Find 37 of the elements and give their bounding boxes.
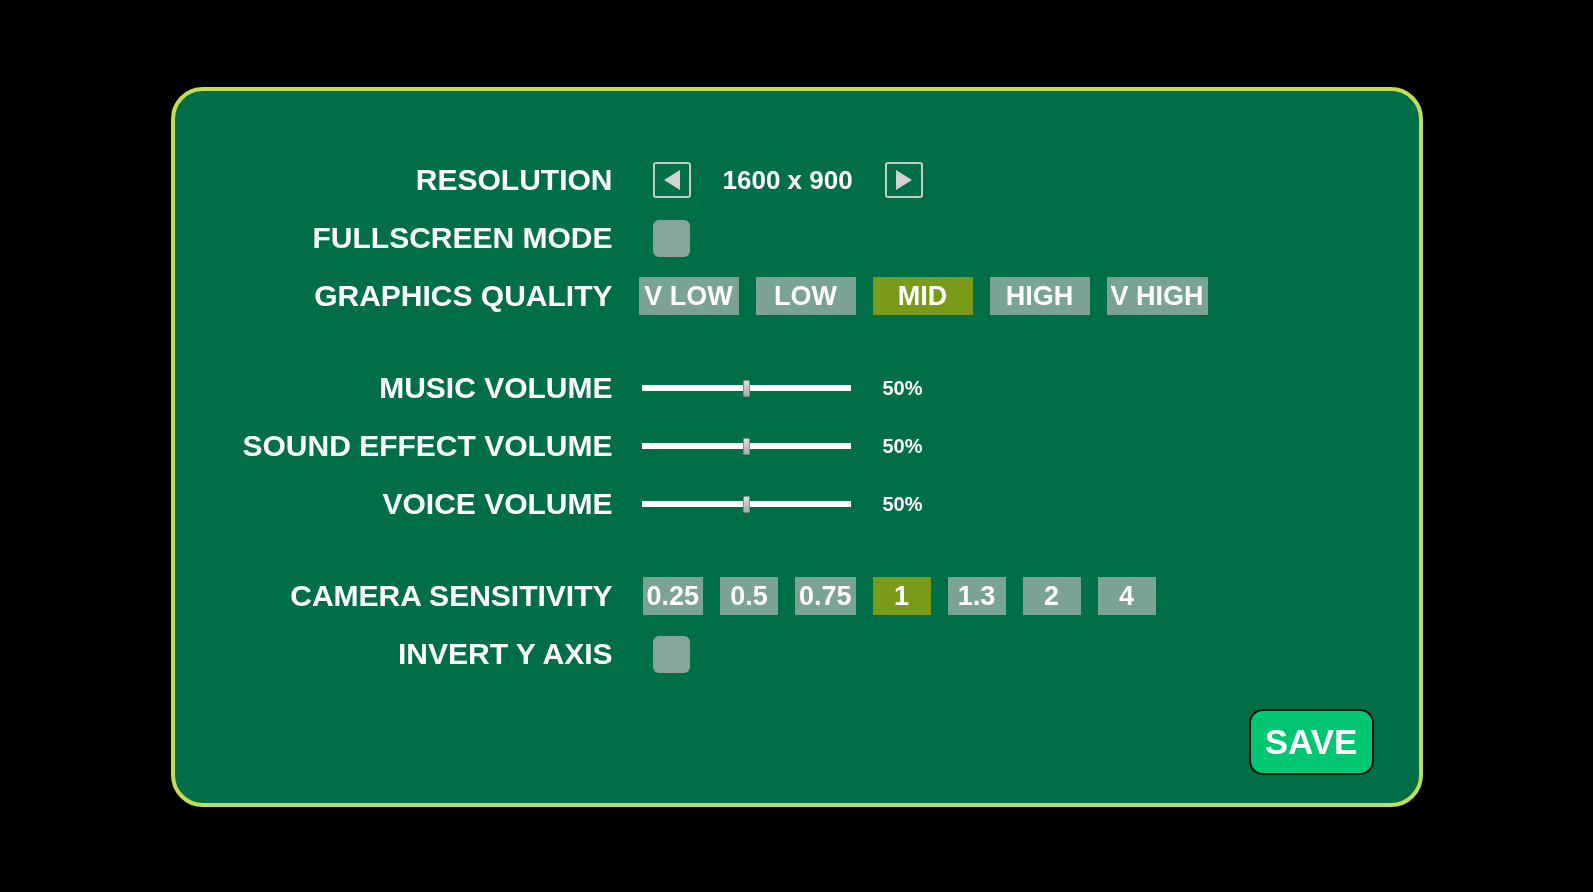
resolution-value: 1600 x 900 [722,164,853,196]
slider-thumb[interactable] [743,495,750,513]
setting-label: CAMERA SENSITIVITY [289,578,613,614]
setting-label: GRAPHICS QUALITY [313,278,613,314]
option-button[interactable]: 0.5 [720,577,779,615]
save-button[interactable]: SAVE [1248,709,1374,775]
volume-reading: 50% [882,434,923,458]
right-triangle-icon [894,169,913,191]
setting-label: VOICE VOLUME [381,486,613,522]
option-button[interactable]: 2 [1022,577,1081,615]
slider[interactable] [641,495,851,513]
setting-label: MUSIC VOLUME [378,370,613,406]
option-button[interactable]: V HIGH [1106,277,1208,315]
slider-thumb[interactable] [743,379,750,397]
slider[interactable] [641,437,851,455]
slider-thumb[interactable] [743,437,750,455]
option-button[interactable]: V LOW [638,277,739,315]
option-button[interactable]: LOW [755,277,856,315]
previous-button[interactable] [652,162,691,198]
slider[interactable] [641,379,851,397]
option-button[interactable]: 0.75 [795,577,856,615]
setting-label: FULLSCREEN MODE [311,220,613,256]
option-button[interactable]: 0.25 [642,577,704,615]
setting-label: INVERT Y AXIS [397,636,613,672]
option-button[interactable]: MID [872,277,973,315]
next-button[interactable] [884,162,923,198]
left-triangle-icon [662,169,681,191]
setting-label: RESOLUTION [414,162,613,198]
option-button[interactable]: 1.3 [947,577,1006,615]
option-button[interactable]: 4 [1097,577,1156,615]
setting-label: SOUND EFFECT VOLUME [241,428,613,464]
checkbox[interactable] [652,635,690,673]
volume-reading: 50% [882,376,923,400]
option-button[interactable]: 1 [872,577,931,615]
checkbox[interactable] [652,219,690,257]
volume-reading: 50% [882,492,923,516]
option-button[interactable]: HIGH [989,277,1090,315]
